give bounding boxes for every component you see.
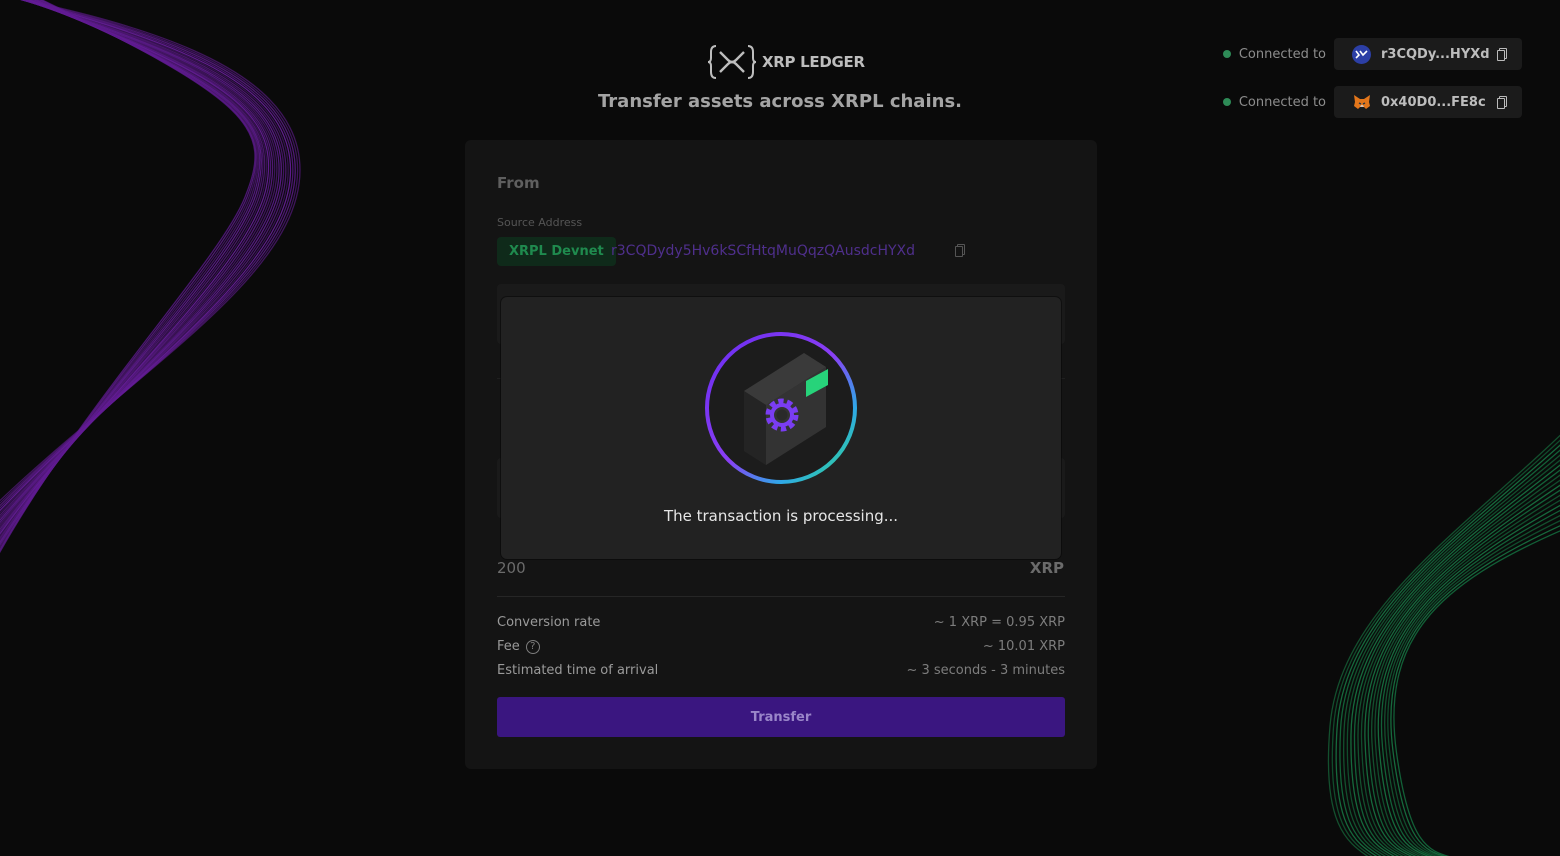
connected-indicator (1222, 50, 1231, 58)
copy-icon[interactable] (1497, 47, 1508, 61)
source-address-label: Source Address (497, 216, 583, 229)
details-divider (497, 596, 1065, 597)
connected-indicator (1222, 98, 1231, 106)
connected-wallet-pill[interactable]: 0x40D0...FE8c (1334, 86, 1522, 118)
logo-text: XRP LEDGER (762, 53, 865, 71)
fee-label: Fee (497, 639, 520, 654)
processing-message: The transaction is processing... (663, 507, 899, 525)
connection-label: Connected to (1238, 46, 1326, 62)
receive-amount: 200 (497, 559, 526, 577)
conversion-rate-row: Conversion rate ~ 1 XRP = 0.95 XRP (497, 615, 1065, 630)
metamask-icon (1352, 93, 1371, 112)
help-icon[interactable]: ? (525, 639, 540, 654)
connection-status-xrpl: Connected to r3CQDy...HYXd (1222, 38, 1522, 70)
xrp-ledger-logo[interactable]: XRP LEDGER (708, 44, 865, 80)
copy-icon[interactable] (1497, 95, 1508, 109)
from-section-title: From (497, 174, 540, 192)
source-address: r3CQDydy5Hv6kSCfHtqMuQqzQAusdcHYXd (611, 243, 916, 259)
connected-wallet-pill[interactable]: r3CQDy...HYXd (1334, 38, 1522, 70)
conversion-rate-label: Conversion rate (497, 615, 601, 630)
connection-label: Connected to (1238, 94, 1326, 110)
connected-address: r3CQDy...HYXd (1381, 46, 1490, 62)
fee-value: ~ 10.01 XRP (982, 639, 1065, 654)
conversion-rate-value: ~ 1 XRP = 0.95 XRP (933, 615, 1065, 630)
fee-label-wrap: Fee ? (497, 639, 540, 654)
xumm-icon (1352, 44, 1371, 64)
connection-status-evm: Connected to 0x40D0...FE8c (1222, 86, 1522, 118)
processing-modal: The transaction is processing... (501, 297, 1061, 559)
transfer-button[interactable]: Transfer (497, 697, 1065, 737)
processing-illustration (705, 332, 857, 484)
xrp-logo-icon (708, 45, 756, 79)
receive-amount-unit: XRP (1029, 559, 1064, 577)
decorative-lines-right (1327, 434, 1560, 856)
eta-row: Estimated time of arrival ~ 3 seconds - … (497, 663, 1065, 678)
eta-value: ~ 3 seconds - 3 minutes (906, 663, 1065, 678)
decorative-lines-left (0, 0, 301, 554)
network-badge: XRPL Devnet (497, 237, 616, 266)
fee-row: Fee ? ~ 10.01 XRP (497, 639, 1065, 654)
eta-label: Estimated time of arrival (497, 663, 659, 678)
connected-address: 0x40D0...FE8c (1381, 94, 1486, 110)
